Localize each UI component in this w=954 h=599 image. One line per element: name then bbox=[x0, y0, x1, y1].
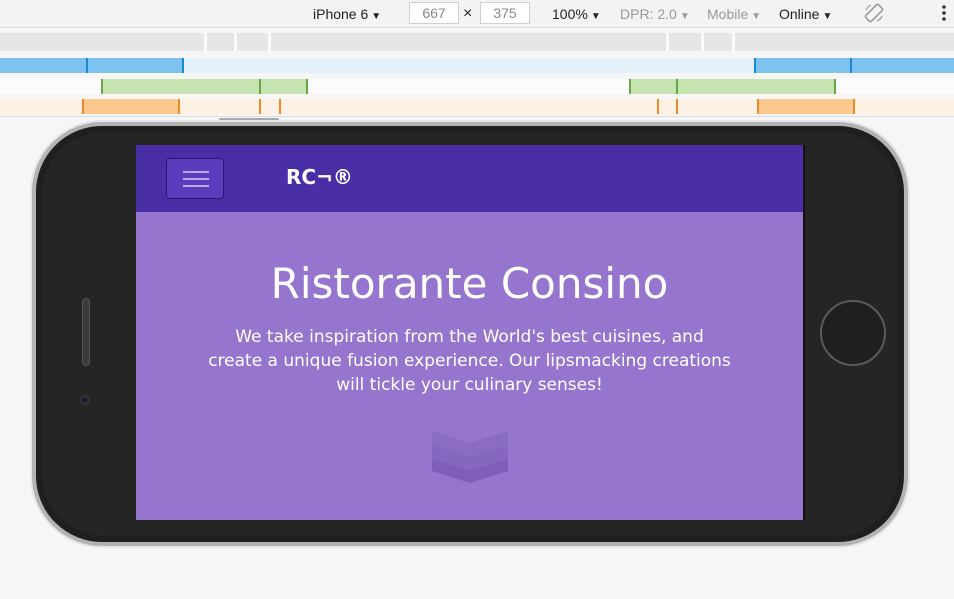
dpr-select-label: DPR: 2.0 bbox=[620, 6, 677, 22]
hero-description: We take inspiration from the World's bes… bbox=[208, 327, 731, 395]
hero-title: Ristorante Consino bbox=[270, 259, 669, 308]
ruler-gap bbox=[666, 33, 669, 51]
viewport-edge bbox=[803, 145, 805, 520]
zoom-select[interactable]: 100% ▼ bbox=[552, 4, 601, 24]
mode-select[interactable]: Mobile ▼ bbox=[707, 4, 761, 24]
device-select[interactable]: iPhone 6 ▼ bbox=[313, 4, 381, 24]
media-query-bar-max-width[interactable] bbox=[0, 58, 954, 73]
mq-marker bbox=[853, 99, 855, 114]
phone-speaker bbox=[82, 298, 90, 366]
ruler-gap bbox=[701, 33, 704, 51]
mq-segment[interactable] bbox=[754, 58, 954, 73]
network-select-label: Online bbox=[779, 6, 820, 22]
phone-camera bbox=[80, 395, 90, 405]
ruler-gap bbox=[204, 33, 207, 51]
device-select-label: iPhone 6 bbox=[313, 6, 369, 22]
mq-marker bbox=[757, 99, 759, 114]
mode-select-label: Mobile bbox=[707, 6, 749, 22]
mq-marker bbox=[101, 79, 103, 94]
dpr-dropdown-arrow-icon: ▼ bbox=[679, 11, 690, 22]
ruler-gap bbox=[234, 33, 237, 51]
site-brand-link[interactable]: RC¬® bbox=[286, 165, 353, 189]
network-dropdown-arrow-icon: ▼ bbox=[822, 11, 833, 22]
chevron-down-icon[interactable] bbox=[432, 431, 508, 485]
mq-marker bbox=[676, 99, 678, 114]
mq-marker bbox=[182, 58, 184, 73]
ruler-gap bbox=[268, 33, 271, 51]
mq-segment[interactable] bbox=[101, 79, 308, 94]
device-toolbar: iPhone 6 ▼ 667 × 375 100% ▼ DPR: 2.0 ▼ Mobi… bbox=[0, 0, 954, 28]
mq-marker bbox=[178, 99, 180, 114]
zoom-select-label: 100% bbox=[552, 6, 588, 22]
mq-marker bbox=[850, 58, 852, 73]
hamburger-menu-icon bbox=[183, 178, 209, 180]
mq-segment[interactable] bbox=[0, 58, 184, 73]
more-vertical-icon[interactable] bbox=[940, 3, 948, 23]
mq-marker bbox=[629, 79, 631, 94]
mq-marker bbox=[306, 79, 308, 94]
times-sign: × bbox=[463, 5, 473, 22]
toolbar-divider bbox=[0, 116, 954, 117]
devtools-device-mode: iPhone 6 ▼ 667 × 375 100% ▼ DPR: 2.0 ▼ Mobi… bbox=[0, 0, 954, 599]
mq-marker bbox=[259, 99, 261, 114]
hamburger-menu-button[interactable] bbox=[166, 158, 224, 199]
mq-segment[interactable] bbox=[82, 99, 180, 114]
media-query-bar-min-width[interactable] bbox=[0, 99, 954, 114]
mq-marker bbox=[676, 79, 678, 94]
mq-marker bbox=[82, 99, 84, 114]
rotate-icon[interactable] bbox=[864, 3, 884, 23]
mq-marker bbox=[657, 99, 659, 114]
media-query-bar-min-max-width[interactable] bbox=[0, 79, 954, 94]
phone-home-button bbox=[820, 300, 886, 366]
height-input[interactable]: 375 bbox=[480, 2, 530, 24]
emulated-viewport[interactable]: RC¬® Ristorante Consino We take inspirat… bbox=[136, 145, 803, 520]
hamburger-menu-icon bbox=[183, 185, 209, 187]
mq-marker bbox=[279, 99, 281, 114]
mq-segment[interactable] bbox=[757, 99, 855, 114]
mq-marker bbox=[834, 79, 836, 94]
site-navbar: RC¬® bbox=[136, 145, 803, 212]
zoom-dropdown-arrow-icon: ▼ bbox=[590, 11, 601, 22]
width-input[interactable]: 667 bbox=[409, 2, 459, 24]
device-dropdown-arrow-icon: ▼ bbox=[371, 11, 382, 22]
mq-marker bbox=[259, 79, 261, 94]
mode-dropdown-arrow-icon: ▼ bbox=[751, 11, 762, 22]
mq-segment[interactable] bbox=[629, 79, 836, 94]
network-select[interactable]: Online ▼ bbox=[779, 4, 832, 24]
media-query-ruler[interactable] bbox=[0, 33, 954, 51]
dpr-select[interactable]: DPR: 2.0 ▼ bbox=[620, 4, 690, 24]
mq-marker bbox=[86, 58, 88, 73]
hamburger-menu-icon bbox=[183, 171, 209, 173]
ruler-gap bbox=[732, 33, 735, 51]
mq-marker bbox=[754, 58, 756, 73]
